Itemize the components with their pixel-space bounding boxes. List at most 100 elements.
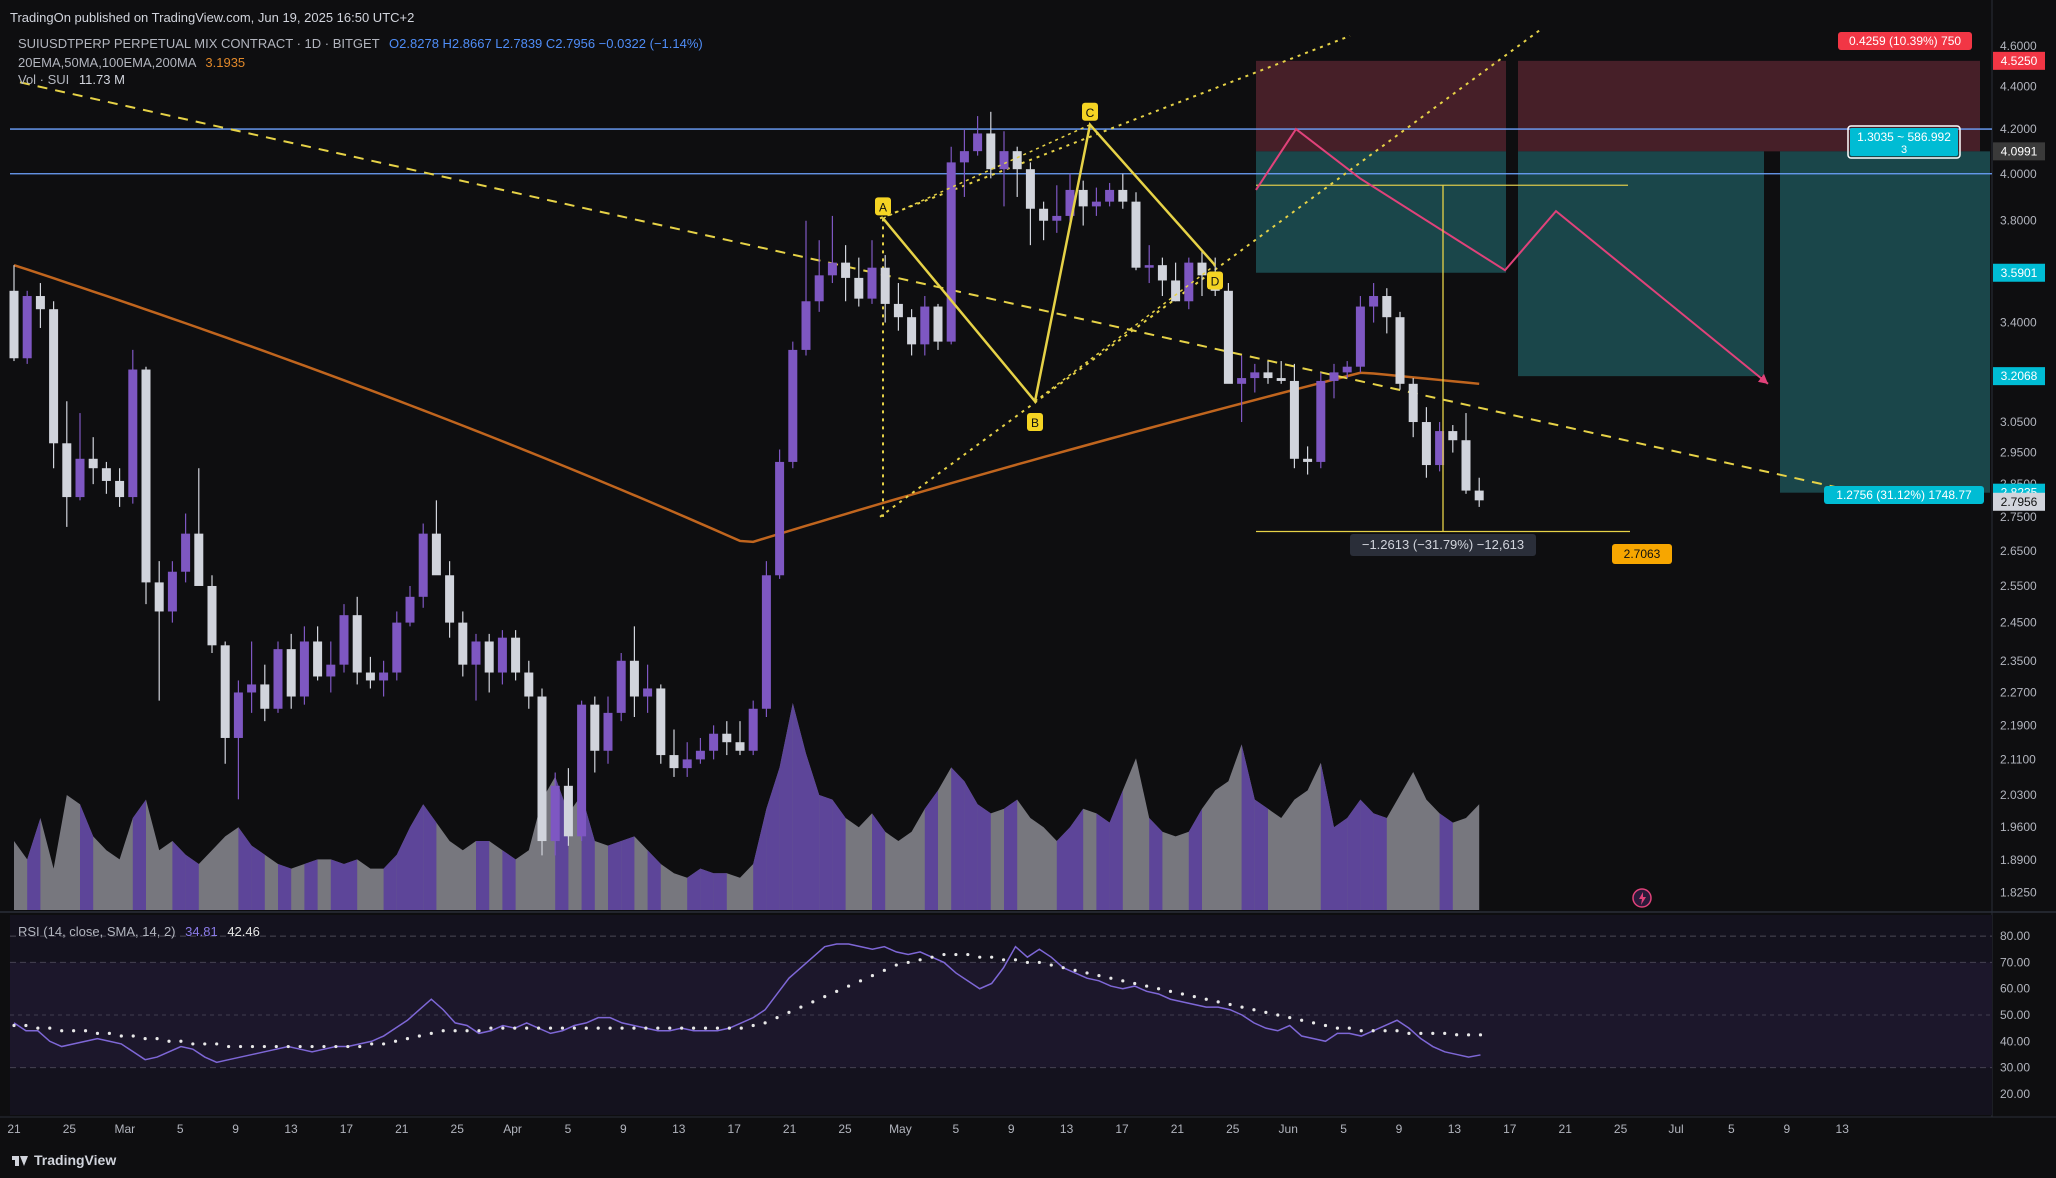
rsi-sma-dot — [1431, 1031, 1435, 1035]
rsi-sma-dot — [489, 1026, 493, 1030]
rsi-sma-dot — [370, 1042, 374, 1046]
candle-body — [563, 785, 573, 837]
low-label-text: 2.7063 — [1624, 547, 1661, 561]
rsi-sma-dot — [787, 1010, 791, 1014]
time-tick-label: 13 — [284, 1122, 298, 1136]
candle-body — [854, 277, 864, 299]
ma-value: 3.1935 — [205, 55, 246, 70]
candle-body — [458, 622, 468, 665]
candle-body — [907, 317, 917, 345]
pattern-point-b: B — [1027, 413, 1043, 432]
volume-bull-segment — [344, 859, 358, 910]
low-label: 2.7063 — [1612, 544, 1672, 564]
rsi-sma-dot — [286, 1044, 290, 1049]
candle-body — [577, 704, 587, 837]
price-axis-tag-text: 3.5901 — [2001, 266, 2038, 280]
rsi-sma-dot — [1252, 1008, 1256, 1012]
tradingview-footer[interactable]: TradingView — [12, 1152, 116, 1168]
ma-label: 20EMA,50MA,100EMA,200MA — [18, 55, 196, 70]
candle-body — [1078, 189, 1088, 207]
reward-label-text: 1.3035 ~ 586.992 — [1857, 130, 1951, 144]
volume-bull-segment — [1096, 813, 1110, 910]
candle-body — [471, 641, 481, 665]
rsi-value: 34.81 — [185, 924, 218, 939]
candle-body — [893, 303, 903, 318]
time-tick-label: 13 — [672, 1122, 686, 1136]
candle-body — [524, 672, 534, 697]
candle-body — [1474, 490, 1484, 501]
candle-body — [431, 533, 441, 576]
volume-bull-segment — [502, 850, 516, 910]
candle-body — [1369, 296, 1379, 307]
candle-body — [260, 684, 270, 709]
volume-bull-segment — [1439, 813, 1453, 910]
rsi-sma-dot — [83, 1029, 88, 1033]
rsi-sma-dot — [584, 1026, 588, 1030]
rsi-sma-dot — [906, 960, 910, 965]
candle-body — [590, 704, 600, 751]
candle-body — [1276, 378, 1286, 381]
volume-bull-segment — [832, 799, 846, 910]
volume-bull-segment — [476, 841, 490, 910]
volume-bull-segment — [1347, 799, 1361, 910]
candle-body — [1329, 372, 1339, 381]
candle-body — [22, 296, 32, 359]
rsi-legend[interactable]: RSI (14, close, SMA, 14, 2) 34.81 42.46 — [18, 924, 260, 939]
candle-body — [1303, 458, 1313, 462]
time-tick-label: 21 — [1171, 1122, 1185, 1136]
price-tick-label: 2.1100 — [2000, 752, 2036, 766]
candle-body — [933, 306, 943, 342]
volume-legend[interactable]: Vol · SUI 11.73 M — [18, 72, 125, 87]
rsi-sma-dot — [393, 1039, 398, 1043]
price-tick-label: 3.4000 — [2000, 316, 2037, 330]
volume-bull-segment — [1149, 818, 1163, 910]
rsi-sma-dot — [477, 1029, 481, 1033]
rsi-sma-dot — [274, 1044, 278, 1049]
candle-body — [418, 533, 428, 597]
symbol-legend[interactable]: SUIUSDTPERP PERPETUAL MIX CONTRACT · 1D … — [18, 36, 703, 51]
candle-body — [735, 742, 745, 751]
candle-body — [1395, 317, 1405, 384]
time-tick-label: May — [889, 1122, 912, 1136]
rsi-sma-dot — [155, 1037, 159, 1041]
candle-body — [788, 349, 798, 462]
price-tick-label: 2.2700 — [2000, 685, 2037, 699]
candle-body — [1171, 280, 1181, 302]
rsi-sma-dot — [1156, 987, 1161, 991]
rsi-sma-dot — [823, 995, 827, 999]
time-tick-label: 21 — [395, 1122, 409, 1136]
candle-body — [1263, 372, 1273, 379]
pattern-point-label: D — [1211, 274, 1220, 288]
candle-body — [511, 637, 521, 673]
rsi-sma-dot — [250, 1044, 255, 1049]
candle-body — [999, 151, 1009, 170]
rsi-sma-dot — [12, 1023, 16, 1028]
candle-body — [643, 688, 653, 697]
rsi-sma-dot — [48, 1026, 52, 1030]
rsi-tick-label: 40.00 — [2000, 1034, 2030, 1048]
price-axis-tag-text: 4.0991 — [2001, 144, 2038, 158]
price-tick-label: 2.5500 — [2000, 579, 2037, 593]
rsi-sma-dot — [1085, 971, 1089, 975]
ma-legend[interactable]: 20EMA,50MA,100EMA,200MA 3.1935 — [18, 55, 245, 70]
time-tick-label: 9 — [232, 1122, 239, 1136]
rsi-sma-dot — [978, 955, 982, 959]
candle-body — [1421, 422, 1431, 466]
rsi-sma-dot — [358, 1044, 362, 1049]
rsi-sma-dot — [1383, 1029, 1387, 1033]
rsi-sma-dot — [405, 1037, 410, 1041]
price-tick-label: 2.1900 — [2000, 718, 2037, 732]
candle-body — [616, 660, 626, 713]
rsi-sma-dot — [751, 1023, 755, 1028]
candle-body — [1461, 440, 1471, 491]
rsi-sma-dot — [262, 1044, 266, 1049]
risk-label-text: 0.4259 (10.39%) 750 — [1849, 34, 1961, 48]
rsi-sma-dot — [238, 1044, 243, 1049]
tradingview-logo-icon — [12, 1156, 28, 1167]
rsi-sma-dot — [72, 1029, 76, 1033]
rsi-sma-dot — [620, 1026, 624, 1030]
rsi-sma-dot — [227, 1044, 231, 1049]
rsi-sma-dot — [167, 1039, 171, 1043]
candle-body — [1039, 208, 1049, 221]
time-tick-label: 17 — [1115, 1122, 1129, 1136]
